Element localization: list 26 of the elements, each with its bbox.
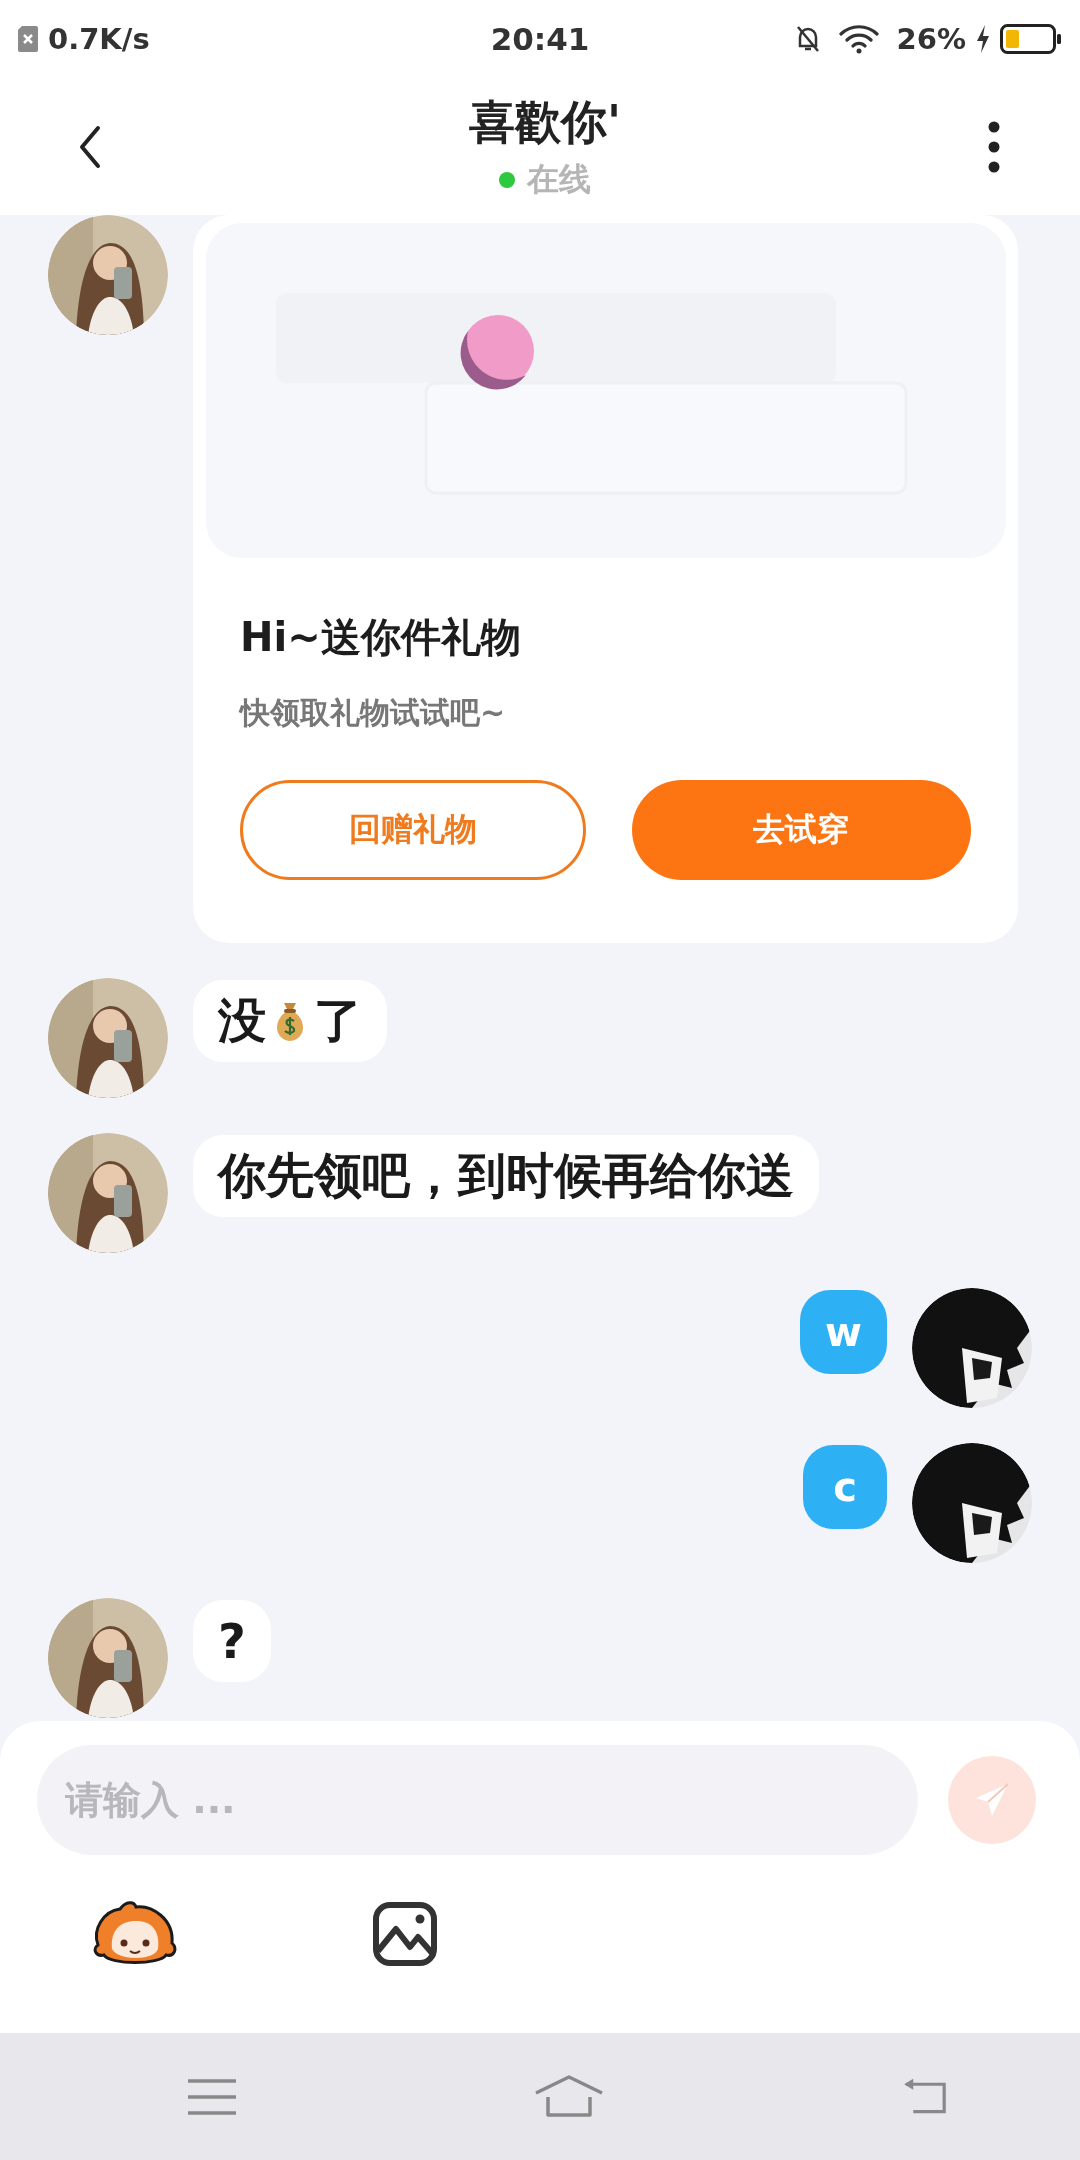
online-status: 在线 xyxy=(527,158,591,200)
bell-muted-icon xyxy=(794,24,821,54)
menu-icon[interactable] xyxy=(186,2076,238,2117)
battery-percent: 26% xyxy=(896,22,966,56)
battery-icon xyxy=(1000,24,1062,54)
try-on-button[interactable]: 去试穿 xyxy=(631,780,971,880)
message-text: 了 xyxy=(314,991,362,1050)
wifi-icon xyxy=(838,24,879,54)
message-bubble: 你先领吧，到时候再给你送 xyxy=(193,1135,819,1217)
image-icon[interactable] xyxy=(372,1901,438,1967)
home-icon[interactable] xyxy=(534,2074,604,2119)
network-speed: 0.7K/s xyxy=(48,22,150,56)
chat-title: 喜歡你' xyxy=(468,93,622,151)
clock: 20:41 xyxy=(490,21,590,57)
back-icon[interactable] xyxy=(78,124,102,169)
gift-title: Hi~送你件礼物 xyxy=(240,613,521,662)
charging-icon xyxy=(976,25,990,53)
message-bubble: c xyxy=(803,1445,887,1529)
return-gift-button[interactable]: 回赠礼物 xyxy=(240,780,586,880)
message-input[interactable]: 请输入 ... xyxy=(37,1745,918,1855)
more-icon[interactable] xyxy=(988,120,1000,173)
gift-subtitle: 快领取礼物试试吧~ xyxy=(240,694,506,732)
sim-icon xyxy=(18,26,38,52)
message-bubble: w xyxy=(800,1290,887,1374)
message-bubble: ? xyxy=(193,1600,271,1682)
message-text: 没 xyxy=(218,991,266,1050)
